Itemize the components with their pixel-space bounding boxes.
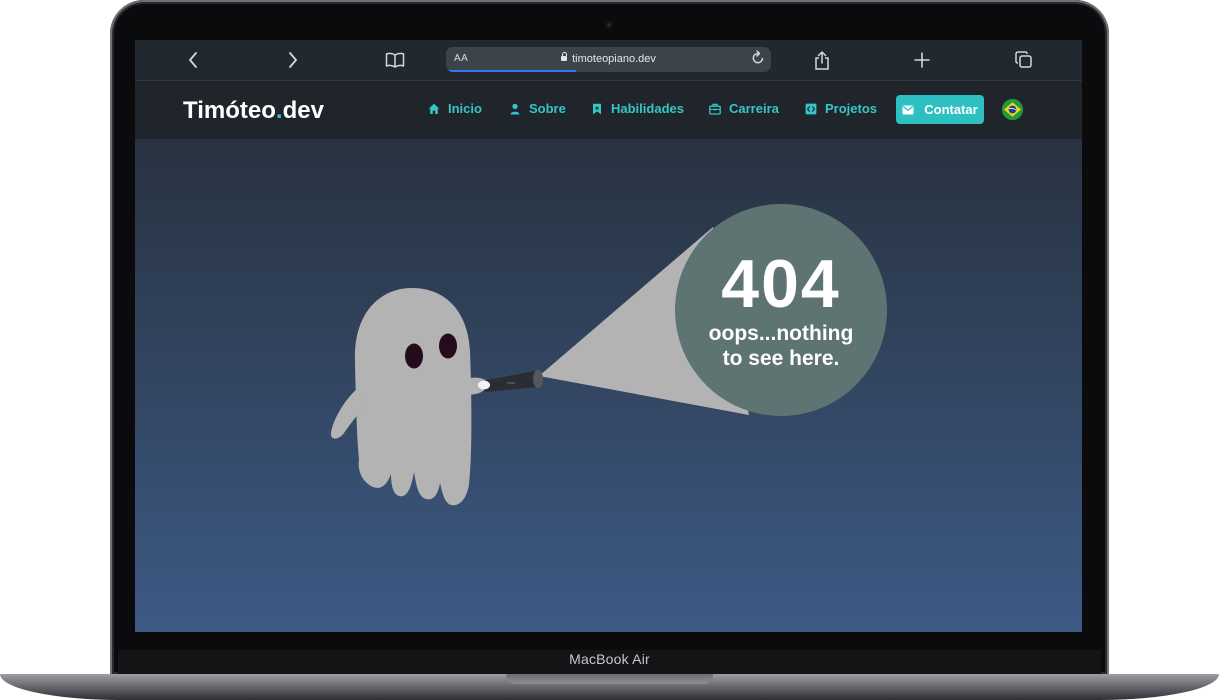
- nav-item-projetos[interactable]: Projetos: [805, 101, 877, 116]
- browser-toolbar: AA timoteopiano.dev: [135, 40, 1082, 81]
- share-icon: [815, 50, 829, 70]
- new-tab-button[interactable]: [908, 47, 936, 73]
- contact-label: Contatar: [924, 102, 978, 117]
- nav-label: Projetos: [825, 101, 878, 116]
- site-navbar: Timóteo.dev Inicio Sobre Habilidades Car…: [135, 81, 1082, 139]
- error-message-line-2: to see here.: [722, 347, 840, 370]
- site-logo[interactable]: Timóteo.dev: [183, 97, 324, 125]
- error-code: 404: [721, 246, 841, 322]
- nav-label: Habilidades: [611, 101, 684, 116]
- error-message: oops...nothing to see here.: [676, 321, 886, 371]
- briefcase-icon: [709, 103, 721, 115]
- tabs-icon: [1015, 51, 1032, 68]
- reload-icon: [752, 50, 764, 64]
- code-icon: [805, 103, 817, 115]
- url-text: timoteopiano.dev: [572, 53, 656, 65]
- forward-button[interactable]: [279, 47, 307, 73]
- brand-name: Timóteo: [183, 97, 276, 124]
- back-icon: [189, 52, 197, 68]
- nav-label: Inicio: [448, 101, 482, 116]
- share-button[interactable]: [808, 47, 836, 73]
- error-content: 404 oops...nothing to see here.: [135, 139, 1082, 632]
- ghost-right-eye: [439, 333, 457, 359]
- address-bar[interactable]: AA timoteopiano.dev: [446, 47, 771, 72]
- lock-icon: [561, 52, 568, 61]
- nav-label: Carreira: [729, 101, 779, 116]
- forward-icon: [289, 52, 297, 68]
- camera-icon: [605, 21, 613, 29]
- load-progress-bar: [446, 70, 576, 72]
- nav-item-habilidades[interactable]: Habilidades: [591, 101, 684, 116]
- brand-dot: .: [275, 97, 283, 124]
- ghost-hand: [478, 380, 490, 390]
- envelope-icon: [902, 104, 914, 116]
- nav-item-carreira[interactable]: Carreira: [709, 101, 779, 116]
- user-icon: [509, 103, 521, 115]
- error-message-line-1: oops...nothing: [708, 322, 854, 345]
- ghost-left-eye: [405, 343, 423, 369]
- bookmark-icon: [591, 103, 603, 115]
- reload-button[interactable]: [751, 50, 765, 69]
- brazil-flag-icon[interactable]: [1002, 99, 1023, 120]
- bookmarks-button[interactable]: [381, 47, 409, 73]
- home-icon: [428, 103, 440, 115]
- back-button[interactable]: [179, 47, 207, 73]
- bookmarks-icon: [385, 52, 405, 68]
- ghost-illustration: [330, 204, 887, 506]
- nav-label: Sobre: [529, 101, 566, 116]
- nav-item-sobre[interactable]: Sobre: [509, 101, 566, 116]
- nav-item-inicio[interactable]: Inicio: [428, 101, 482, 116]
- brand-tld: dev: [282, 97, 324, 124]
- ghost-body: [354, 287, 472, 506]
- contact-button[interactable]: Contatar: [896, 95, 984, 124]
- new-tab-icon: [914, 52, 930, 68]
- tabs-button[interactable]: [1010, 47, 1038, 73]
- url-field[interactable]: timoteopiano.dev: [446, 52, 771, 65]
- model-label: MacBook Air: [569, 651, 650, 667]
- laptop-notch: [506, 674, 713, 684]
- flashlight-icon: [481, 371, 542, 392]
- screen: AA timoteopiano.dev Timóteo.dev Inicio S…: [135, 40, 1082, 632]
